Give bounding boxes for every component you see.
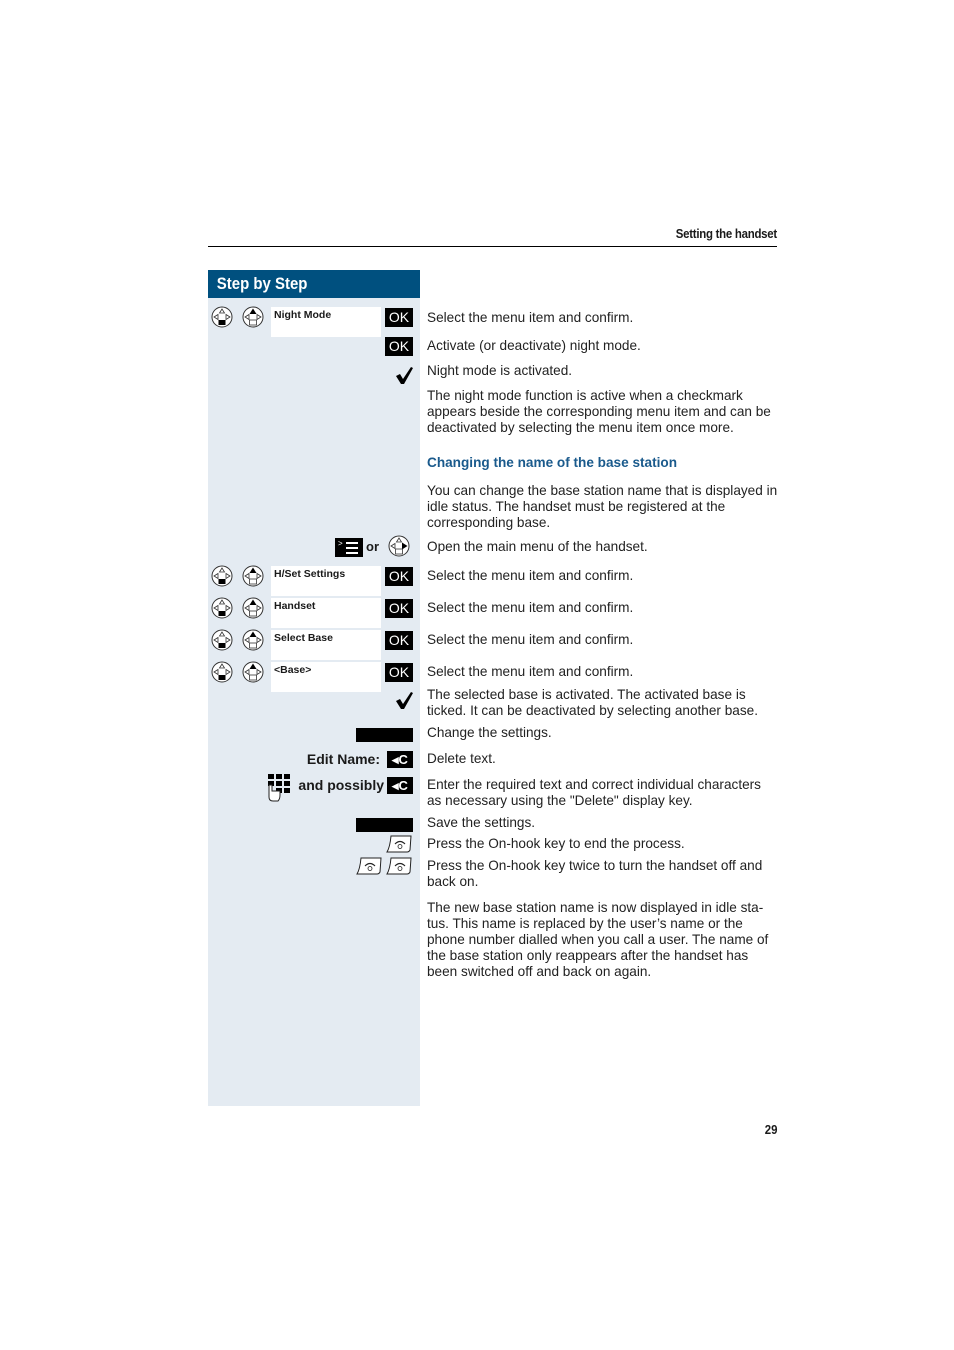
nav-key-down-icon[interactable]	[211, 597, 233, 619]
menu-arrow-glyph: >	[338, 539, 343, 548]
step-text: Select the menu item and confirm.	[427, 632, 634, 647]
nav-key-down-icon[interactable]	[211, 661, 233, 683]
header-rule	[208, 246, 777, 247]
sidebar-title-text: Step by Step	[216, 274, 308, 293]
step-text: Save the settings.	[427, 815, 536, 830]
save-softkey[interactable]	[356, 818, 413, 832]
display-item: <Base>	[271, 662, 381, 692]
note-text: The night mode function is active when a…	[427, 388, 771, 435]
nav-key-down-icon[interactable]	[211, 306, 233, 328]
keypad-icon[interactable]	[266, 773, 292, 803]
step-text: Open the main menu of the handset.	[427, 539, 648, 554]
ok-key[interactable]: OK	[385, 337, 413, 356]
ok-key[interactable]: OK	[385, 308, 413, 327]
nav-key-up-icon[interactable]	[242, 661, 264, 683]
ok-key[interactable]: OK	[385, 599, 413, 618]
sidebar-title: Step by Step	[208, 270, 420, 298]
final-note-text: The new base station name is now display…	[427, 900, 769, 979]
step-text: Press the On-hook key twice to turn the …	[427, 858, 763, 889]
step-text: Change the settings.	[427, 725, 552, 740]
nav-key-up-icon[interactable]	[242, 629, 264, 651]
step-text: Select the menu item and confirm.	[427, 664, 634, 679]
step-text: Select the menu item and confirm.	[427, 568, 634, 583]
ok-key[interactable]: OK	[385, 567, 413, 586]
step-text: Select the menu item and confirm.	[427, 600, 634, 615]
on-hook-key-icon[interactable]	[356, 857, 382, 875]
and-possibly-label: and possibly	[298, 777, 384, 793]
delete-key[interactable]: ◂C	[387, 777, 413, 794]
menu-key-icon[interactable]: >	[335, 538, 363, 557]
step-text: Enter the required text and correct indi…	[427, 777, 761, 808]
display-item: Select Base	[271, 630, 381, 660]
step-text: The selected base is activated. The acti…	[427, 687, 758, 718]
nav-key-up-icon[interactable]	[242, 306, 264, 328]
step-text: Select the menu item and confirm.	[427, 310, 634, 325]
on-hook-key-icon[interactable]	[386, 835, 412, 853]
on-hook-key-icon[interactable]	[386, 857, 412, 875]
section-title: Setting the handset	[675, 226, 777, 241]
intro-text: You can change the base station name tha…	[427, 483, 778, 530]
nav-key-down-icon[interactable]	[211, 565, 233, 587]
step-text: Delete text.	[427, 751, 496, 766]
step-text: Night mode is activated.	[427, 363, 573, 378]
page-number: 29	[764, 1122, 777, 1137]
display-item: Handset	[271, 598, 381, 628]
nav-key-right-icon[interactable]	[388, 535, 410, 557]
change-softkey[interactable]	[356, 728, 413, 742]
nav-key-up-icon[interactable]	[242, 565, 264, 587]
step-text: Press the On-hook key to end the process…	[427, 836, 685, 851]
ok-key[interactable]: OK	[385, 631, 413, 650]
step-text: Activate (or deactivate) night mode.	[427, 338, 641, 353]
or-label: or	[366, 539, 379, 554]
section-heading: Changing the name of the base station	[427, 455, 677, 470]
checkmark-icon	[396, 692, 413, 709]
checkmark-icon	[396, 367, 413, 384]
nav-key-down-icon[interactable]	[211, 629, 233, 651]
edit-name-label: Edit Name:	[306, 751, 380, 767]
nav-key-up-icon[interactable]	[242, 597, 264, 619]
delete-key[interactable]: ◂C	[387, 751, 413, 768]
ok-key[interactable]: OK	[385, 663, 413, 682]
display-item-night-mode: Night Mode	[271, 307, 381, 337]
display-item: H/Set Settings	[271, 566, 381, 596]
